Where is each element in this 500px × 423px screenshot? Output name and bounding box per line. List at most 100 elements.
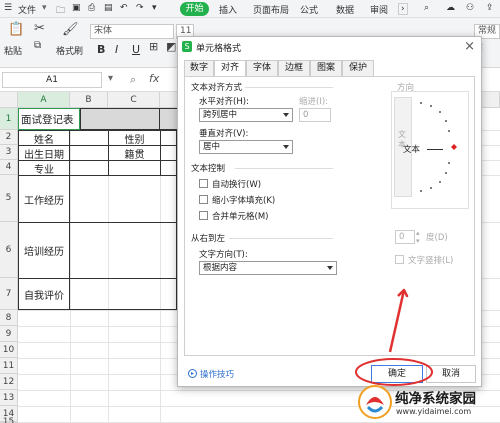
app-menu-icon[interactable]: ☰ — [4, 3, 12, 13]
menu-file[interactable]: 文件 — [18, 3, 36, 16]
row-header[interactable]: 11 — [0, 358, 18, 374]
row-header[interactable]: 4 — [0, 160, 18, 175]
cell-d4[interactable] — [160, 160, 177, 176]
undo-icon[interactable]: ↶ — [120, 3, 128, 13]
row-header[interactable]: 9 — [0, 326, 18, 342]
orientation-dial[interactable] — [413, 97, 467, 197]
dialog-title-bar[interactable]: S 单元格格式 × — [178, 37, 481, 57]
row-header[interactable]: 10 — [0, 342, 18, 358]
menu-start[interactable]: 开始 — [180, 2, 209, 16]
underline-button[interactable]: U — [132, 43, 140, 56]
column-header-b[interactable]: B — [70, 92, 108, 108]
ok-button[interactable]: 确定 — [371, 365, 423, 383]
tab-pattern[interactable]: 图案 — [310, 60, 342, 76]
copy-icon[interactable]: ⧉ — [34, 40, 41, 51]
fill-color-icon[interactable]: ◩ — [166, 40, 176, 53]
name-box[interactable]: A1 — [2, 72, 102, 88]
tab-protection[interactable]: 保护 — [342, 60, 374, 76]
menu-review[interactable]: 审阅 — [370, 3, 388, 16]
cell-work-history-label[interactable]: 工作经历 — [18, 175, 70, 223]
row-header[interactable]: 6 — [0, 222, 18, 278]
tab-number[interactable]: 数字 — [184, 60, 214, 76]
play-icon[interactable]: ▸ — [188, 369, 197, 378]
operation-tips-link[interactable]: 操作技巧 — [200, 368, 234, 380]
cell-work-history-value[interactable] — [69, 175, 177, 223]
row-header[interactable]: 13 — [0, 390, 18, 406]
tab-alignment[interactable]: 对齐 — [214, 60, 246, 77]
name-box-dropdown-icon[interactable]: ▾ — [108, 73, 113, 84]
shrink-to-fit-checkbox[interactable] — [199, 195, 208, 204]
stack-text-checkbox[interactable] — [395, 255, 404, 264]
tab-font[interactable]: 字体 — [246, 60, 278, 76]
menu-insert[interactable]: 插入 — [219, 3, 237, 16]
merge-cells-checkbox[interactable] — [199, 211, 208, 220]
row-header[interactable]: 5 — [0, 175, 18, 222]
open-icon[interactable]: 🗀 — [56, 3, 65, 19]
menu-page-layout[interactable]: 页面布局 — [253, 3, 289, 16]
collaborate-icon[interactable]: ⚇ — [466, 3, 474, 13]
search-icon[interactable]: ⌕ — [424, 3, 429, 13]
merge-cells-label[interactable]: 合并单元格(M) — [212, 210, 268, 222]
chevron-down-icon[interactable]: ▾ — [42, 3, 47, 13]
cell-self-eval-label[interactable]: 自我评价 — [18, 278, 70, 310]
italic-button[interactable]: I — [115, 43, 118, 56]
vertical-align-select[interactable]: 居中 — [199, 140, 293, 154]
row-header[interactable]: 7 — [0, 278, 18, 310]
row-header[interactable]: 12 — [0, 374, 18, 390]
cell-name-value[interactable] — [69, 130, 109, 146]
horizontal-align-select[interactable]: 跨列居中 — [199, 108, 293, 122]
row-header[interactable]: 3 — [0, 145, 18, 160]
column-header-a[interactable]: A — [18, 92, 70, 108]
indent-input[interactable]: 0 — [299, 108, 331, 122]
cell-gender-label[interactable]: 性别 — [108, 130, 161, 146]
tab-border[interactable]: 边框 — [278, 60, 310, 76]
stack-text-label[interactable]: 文字竖排(L) — [408, 254, 453, 266]
cell-self-eval-value[interactable] — [69, 278, 177, 310]
fx-button[interactable]: fx — [149, 72, 159, 85]
close-icon[interactable]: × — [464, 39, 475, 54]
orientation-handle[interactable] — [451, 144, 457, 150]
cloud-icon[interactable]: ☁ — [446, 3, 455, 13]
row-header[interactable]: 2 — [0, 130, 18, 145]
select-all-corner[interactable] — [0, 92, 18, 108]
print-icon[interactable]: ⎙ — [88, 3, 95, 13]
row-header[interactable]: 8 — [0, 310, 18, 326]
cell-birthdate-label[interactable]: 出生日期 — [18, 145, 70, 161]
share-icon[interactable]: ⇪ — [486, 3, 494, 13]
cell-major-label[interactable]: 专业 — [18, 160, 70, 176]
font-name-select[interactable]: 宋体 — [90, 24, 174, 39]
cell-hometown-label[interactable]: 籍贯 — [108, 145, 161, 161]
more-tabs-icon[interactable]: › — [398, 3, 408, 15]
cell-gender-value[interactable] — [160, 130, 177, 146]
cell-b1-c1-selection[interactable] — [80, 108, 160, 130]
cell-major-value[interactable] — [69, 160, 109, 176]
text-direction-select[interactable]: 根据内容 — [199, 261, 337, 275]
wrap-text-checkbox[interactable] — [199, 179, 208, 188]
cell-a1-title[interactable]: 面试登记表 — [18, 108, 80, 130]
menu-data[interactable]: 数据 — [336, 3, 354, 16]
cell-name-label[interactable]: 姓名 — [18, 130, 70, 146]
row-header[interactable]: 1 — [0, 108, 18, 130]
zoom-icon[interactable]: ⌕ — [130, 73, 136, 87]
cut-icon[interactable]: ✂ — [34, 21, 45, 36]
degree-input[interactable]: 0 — [395, 230, 415, 244]
format-painter-label[interactable]: 格式刷 — [56, 44, 83, 57]
cell-birthdate-value[interactable] — [69, 145, 109, 161]
print-preview-icon[interactable]: ▤ — [104, 3, 113, 13]
menu-formula[interactable]: 公式 — [300, 3, 318, 16]
cell-training-label[interactable]: 培训经历 — [18, 222, 70, 279]
shrink-to-fit-label[interactable]: 缩小字体填充(K) — [212, 194, 275, 206]
redo-icon[interactable]: ↷ — [136, 3, 144, 13]
more-icon[interactable]: ▾ — [152, 3, 157, 13]
cell-training-value[interactable] — [69, 222, 177, 279]
cell-c4[interactable] — [108, 160, 161, 176]
wrap-text-label[interactable]: 自动换行(W) — [212, 178, 261, 190]
bold-button[interactable]: B — [97, 43, 105, 56]
paste-label[interactable]: 粘贴 — [4, 44, 22, 57]
column-header-c[interactable]: C — [108, 92, 160, 108]
save-icon[interactable]: ▣ — [72, 3, 81, 13]
paste-icon[interactable]: 📋 — [8, 22, 24, 37]
degree-spinner-icon[interactable]: ▴ ▾ — [416, 229, 420, 245]
cancel-button[interactable]: 取消 — [426, 365, 476, 383]
cell-hometown-value[interactable] — [160, 145, 177, 161]
